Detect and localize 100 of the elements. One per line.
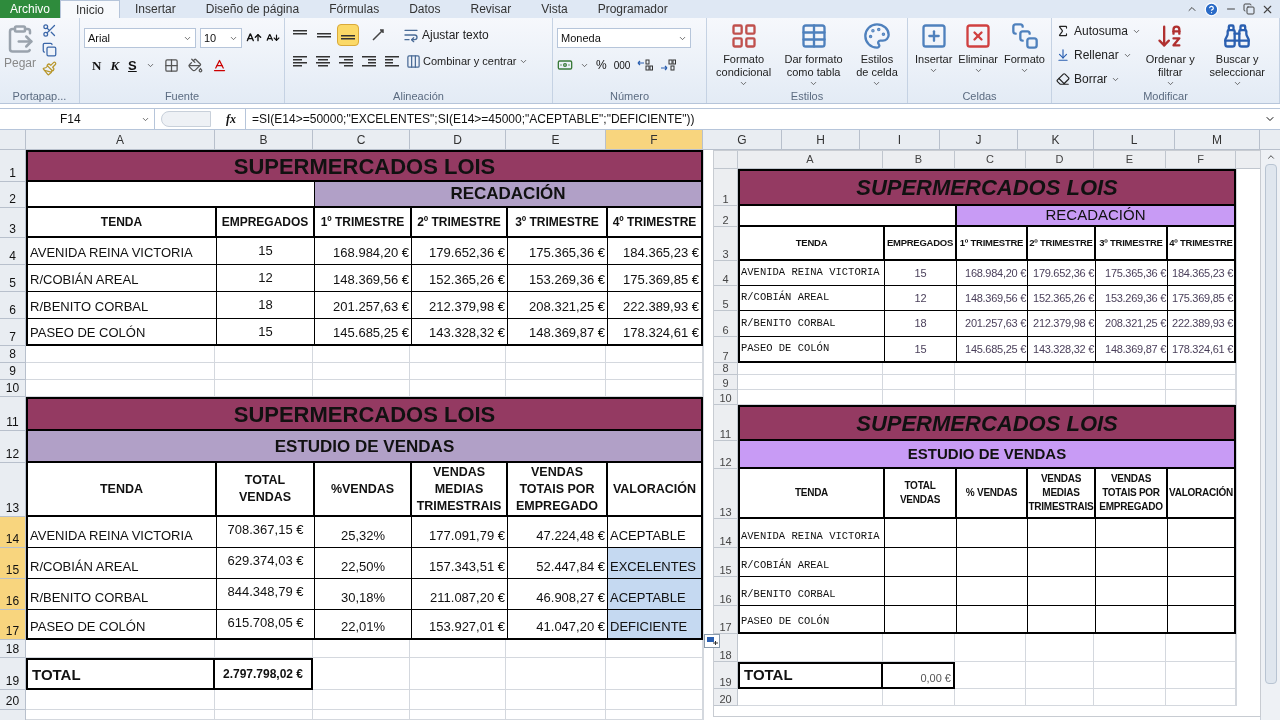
restore-icon[interactable] xyxy=(1243,3,1255,15)
rating-cell[interactable]: DEFICIENTE xyxy=(608,610,701,638)
paint-bucket-icon[interactable] xyxy=(187,58,203,74)
pasted-sheet-picture[interactable] xyxy=(713,150,1261,717)
styles-button[interactable]: Estilos de celda xyxy=(850,18,903,89)
column-header[interactable]: F xyxy=(606,130,703,150)
splitter-handle[interactable] xyxy=(161,111,211,127)
number-format-field[interactable]: Moneda xyxy=(557,28,691,48)
table-cell: 175.365,36 € xyxy=(1096,261,1168,285)
delete-cells-icon[interactable] xyxy=(964,22,993,50)
vertical-align-icon[interactable] xyxy=(337,24,359,46)
text-orientation-icon[interactable] xyxy=(371,28,387,42)
row-header[interactable]: 14 xyxy=(0,517,26,548)
formula-field[interactable]: =SI(E14>=50000;"EXCELENTES";SI(E14>=45000;"ACEPTABLE";"DEFICIENTE")) xyxy=(245,109,1260,129)
table-cell: 175.365,36 € xyxy=(508,238,608,264)
table-cell-text: 184.365,23 € xyxy=(622,243,700,262)
ribbon-tab[interactable]: Diseño de página xyxy=(190,0,315,18)
column-heading: 4º TRIMESTRE xyxy=(611,214,698,231)
bold-button[interactable]: N xyxy=(92,56,102,76)
edit-menu-button[interactable]: Autosuma xyxy=(1056,21,1142,41)
row-header[interactable]: 9 xyxy=(0,363,26,380)
font-name-field[interactable]: Arial xyxy=(84,28,196,48)
caret-icon[interactable] xyxy=(739,79,749,88)
caret-icon[interactable] xyxy=(973,66,983,75)
edit-menu-button[interactable]: Borrar xyxy=(1056,69,1142,89)
wrap-text-icon[interactable] xyxy=(403,27,419,43)
table-cell: 844.348,79 € xyxy=(217,579,315,609)
table-cell: 153.927,01 € xyxy=(412,610,508,638)
row-header[interactable]: 17 xyxy=(0,610,26,640)
edit-large-button[interactable]: Ordenar y filtrar xyxy=(1141,18,1200,89)
row-header[interactable]: 16 xyxy=(0,579,26,610)
caret-icon[interactable] xyxy=(929,66,939,75)
row-header[interactable]: 15 xyxy=(0,548,26,579)
cells-button[interactable]: Insertar xyxy=(912,18,956,89)
edit-menu-button[interactable]: Rellenar xyxy=(1056,45,1142,65)
merge-center-button[interactable]: Combinar y centrar xyxy=(406,52,528,70)
ribbon-tab[interactable]: Programador xyxy=(582,0,683,18)
fill-down-icon[interactable] xyxy=(1056,48,1070,62)
binoculars-icon[interactable] xyxy=(1223,22,1252,50)
vertical-scrollbar[interactable] xyxy=(1260,150,1280,720)
paintbrush-icon[interactable] xyxy=(42,61,58,76)
ribbon-tab[interactable]: Datos xyxy=(394,0,456,18)
row-header[interactable]: 18 xyxy=(0,640,26,658)
row-header[interactable]: 8 xyxy=(0,346,26,363)
file-tab[interactable]: Archivo xyxy=(0,0,60,18)
insert-cells-icon[interactable] xyxy=(919,22,948,50)
insert-function-label[interactable]: fx xyxy=(217,110,245,128)
ribbon-tab[interactable]: Revisar xyxy=(455,0,527,18)
decrease-decimal-icon[interactable] xyxy=(660,59,677,71)
ribbon-tab[interactable]: Insertar xyxy=(120,0,191,18)
format-cells-icon[interactable] xyxy=(1010,22,1039,50)
table-format-icon[interactable] xyxy=(799,22,828,50)
table-cell: R/COBIÁN AREAL xyxy=(740,286,885,310)
cells-button[interactable]: Eliminar xyxy=(955,18,1002,89)
font-color-icon[interactable] xyxy=(211,58,227,74)
table-cell: 177.091,79 € xyxy=(412,517,508,547)
rating-cell[interactable]: EXCELENTES xyxy=(608,548,701,578)
eraser-icon[interactable] xyxy=(1056,72,1070,86)
increase-decimal-icon[interactable] xyxy=(637,59,654,71)
scroll-up-icon[interactable] xyxy=(1265,152,1276,162)
column-heading: %VENDAS xyxy=(315,463,412,515)
row-header[interactable]: 10 xyxy=(0,380,26,397)
percent-button[interactable]: % xyxy=(596,56,607,74)
scrollbar-thumb[interactable] xyxy=(1264,164,1277,684)
row-header[interactable]: 19 xyxy=(0,658,26,690)
caret-icon[interactable] xyxy=(1232,79,1242,88)
caret-icon[interactable] xyxy=(1020,66,1029,75)
paste-options-icon[interactable] xyxy=(704,634,720,648)
caret-icon[interactable] xyxy=(809,79,819,88)
rating-cell[interactable]: ACEPTABLE xyxy=(608,579,701,609)
ribbon-tab[interactable]: Vista xyxy=(526,0,583,18)
table-cell: 12 xyxy=(217,265,315,291)
conditional-format-icon[interactable] xyxy=(729,22,758,50)
name-box[interactable]: F14 xyxy=(0,109,155,129)
ribbon-tab[interactable]: Inicio xyxy=(60,0,121,18)
cells-button[interactable]: Formato xyxy=(1001,18,1048,89)
edit-large-button[interactable]: Buscar y seleccionar xyxy=(1199,18,1275,89)
styles-button[interactable]: Dar formato como tabla xyxy=(776,18,851,89)
table-cell: 212.379,98 € xyxy=(1028,311,1096,336)
borders-icon[interactable] xyxy=(163,58,179,74)
table-cell: 22,01% xyxy=(315,610,412,638)
styles-button[interactable]: Formato condicional xyxy=(711,18,777,89)
row-header[interactable]: 20 xyxy=(0,690,26,710)
caret-icon[interactable] xyxy=(1165,79,1175,88)
underline-button[interactable]: S xyxy=(128,56,137,76)
copy-icon[interactable] xyxy=(42,42,58,57)
sigma-icon[interactable] xyxy=(1056,24,1070,38)
palette-icon[interactable] xyxy=(862,22,891,50)
thousands-button[interactable]: 000 xyxy=(613,57,631,73)
scissors-icon[interactable] xyxy=(42,23,58,38)
wrap-text-button[interactable]: Ajustar texto xyxy=(403,26,489,44)
ribbon-tab[interactable]: Fórmulas xyxy=(314,0,395,18)
currency-icon[interactable] xyxy=(557,57,573,73)
merge-cells-icon[interactable] xyxy=(406,53,421,69)
row-number: 7 xyxy=(722,350,729,362)
font-size-field[interactable]: 10 xyxy=(200,28,242,48)
column-heading: % VENDAS xyxy=(957,469,1028,517)
help-icon[interactable] xyxy=(1204,1,1219,17)
italic-button[interactable]: K xyxy=(110,56,120,76)
caret-icon[interactable] xyxy=(872,79,882,88)
